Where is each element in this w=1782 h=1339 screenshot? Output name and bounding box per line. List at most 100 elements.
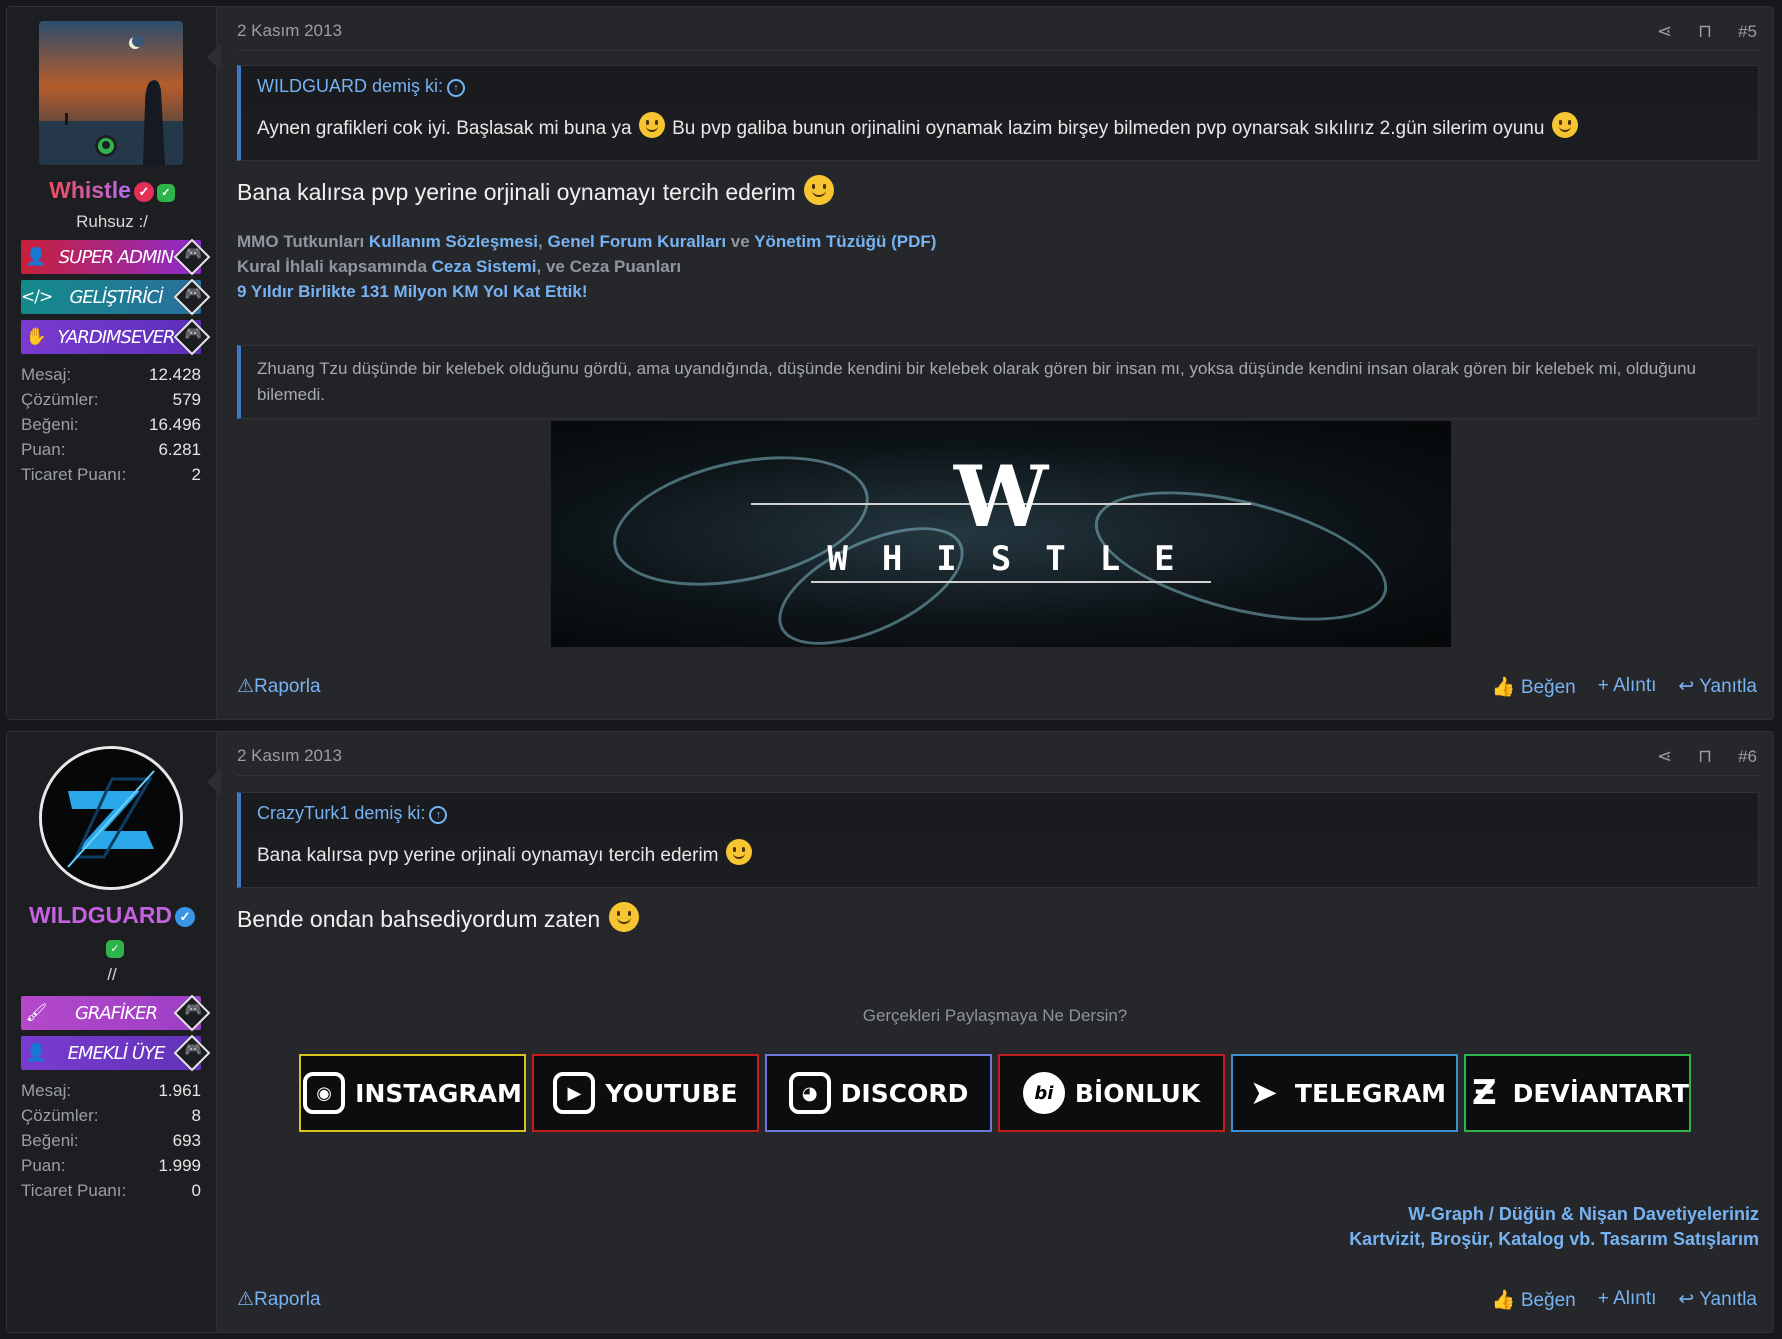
quote-button[interactable]: + Alıntı	[1598, 1288, 1657, 1312]
social-buttons: ◉ INSTAGRAM ▶ YOUTUBE ◕ DISCORD bi BİONLUK ➤…	[299, 1054, 1691, 1132]
bionluk-button[interactable]: bi BİONLUK	[998, 1054, 1225, 1132]
bookmark-icon[interactable]: ⊓	[1698, 746, 1712, 767]
user-sidebar: WILDGUARD ✓ ✓ // 🖌 GRAFİKER 🎮 👤 EMEKLİ ÜY…	[7, 732, 217, 1332]
post-content: 2 Kasım 2013 ⋖ ⊓ #5 WILDGUARD demiş ki: ↑…	[231, 7, 1759, 719]
link-terms[interactable]: Kullanım Sözleşmesi	[369, 232, 538, 251]
user-stats: Mesaj: 12.428 Çözümler: 579 Beğeni: 16.496 …	[21, 365, 201, 490]
link-bylaws[interactable]: Yönetim Tüzüğü	[754, 232, 886, 251]
verified-icon: ✓	[175, 907, 196, 927]
reply-icon: ↩	[1678, 676, 1695, 697]
post-date[interactable]: 2 Kasım 2013	[237, 21, 342, 40]
quote-header[interactable]: CrazyTurk1 demiş ki: ↑	[241, 793, 1758, 837]
bionluk-icon: bi	[1022, 1072, 1065, 1114]
thumbs-up-icon: 👍	[1491, 1290, 1516, 1311]
arrow-up-icon[interactable]: ↑	[447, 79, 466, 97]
reply-icon: ↩	[1678, 1289, 1695, 1310]
report-link[interactable]: ⚠Raporla	[237, 1288, 321, 1311]
stat-row: Beğeni: 693	[21, 1131, 201, 1150]
stat-row: Beğeni: 16.496	[21, 415, 201, 434]
banner-retired-member: 👤 EMEKLİ ÜYE 🎮	[21, 1034, 211, 1072]
telegram-button[interactable]: ➤ TELEGRAM	[1231, 1054, 1458, 1132]
quote-block: WILDGUARD demiş ki: ↑ Aynen grafikleri co…	[237, 65, 1759, 161]
post-footer: ⚠Raporla 👍 Beğen + Alıntı ↩ Yanıtla	[237, 675, 1759, 705]
smile-emoji-icon	[608, 902, 639, 932]
quote-body: Bana kalırsa pvp yerine orjinali oynamay…	[241, 837, 1758, 881]
gamepad-icon: 🎮	[184, 1002, 202, 1018]
post-arrow	[207, 768, 221, 796]
smile-emoji-icon	[1551, 112, 1578, 138]
stat-row: Mesaj: 1.961	[21, 1081, 201, 1100]
hand-icon: ✋	[25, 327, 47, 347]
gamepad-icon: 🎮	[184, 286, 202, 302]
quote-block: CrazyTurk1 demiş ki: ↑ Bana kalırsa pvp y…	[237, 792, 1759, 888]
share-icon[interactable]: ⋖	[1657, 746, 1672, 767]
gamepad-icon: 🎮	[184, 1042, 202, 1058]
post-date[interactable]: 2 Kasım 2013	[237, 746, 342, 765]
post-meta: 2 Kasım 2013 ⋖ ⊓ #5	[237, 21, 1759, 51]
post-message: Bana kalırsa pvp yerine orjinali oynamay…	[237, 175, 836, 206]
discord-icon: ◕	[788, 1072, 831, 1114]
instagram-icon: ◉	[303, 1072, 346, 1114]
link-anniversary[interactable]: 9 Yıldır Birlikte 131 Milyon KM Yol Kat …	[237, 279, 936, 304]
youtube-button[interactable]: ▶ YOUTUBE	[532, 1054, 759, 1132]
link-pdf[interactable]: (PDF)	[891, 232, 936, 251]
user-icon: 👤	[25, 1043, 47, 1063]
banner-designer: 🖌 GRAFİKER 🎮	[21, 994, 211, 1032]
stat-row: Mesaj: 12.428	[21, 365, 201, 384]
signature-quote: Zhuang Tzu düşünde bir kelebek olduğunu …	[237, 345, 1759, 419]
warning-icon: ⚠	[237, 676, 255, 697]
warning-icon: ⚠	[237, 1289, 255, 1310]
stat-row: Puan: 6.281	[21, 440, 201, 459]
link-wgraph[interactable]: W-Graph / Düğün & Nişan Davetiyeleriniz	[1349, 1202, 1759, 1227]
deviantart-button[interactable]: Ƶ DEVİANTART	[1464, 1054, 1691, 1132]
link-penalty-system[interactable]: Ceza Sistemi	[432, 257, 537, 276]
user-title: Ruhsuz :/	[76, 212, 148, 231]
arrow-up-icon[interactable]: ↑	[429, 806, 448, 824]
post-6: WILDGUARD ✓ ✓ // 🖌 GRAFİKER 🎮 👤 EMEKLİ ÜY…	[6, 731, 1774, 1333]
gamepad-icon: 🎮	[184, 246, 202, 262]
signature-banner-image: W WHISTLE	[551, 421, 1451, 647]
username[interactable]: WILDGUARD ✓	[7, 902, 217, 929]
share-icon[interactable]: ⋖	[1657, 21, 1672, 42]
post-number[interactable]: #5	[1738, 22, 1757, 42]
quote-button[interactable]: + Alıntı	[1598, 675, 1657, 699]
post-5: Whistle ✓ ✓ Ruhsuz :/ 👤 SUPER ADMIN 🎮 </> …	[6, 6, 1774, 720]
reply-button[interactable]: ↩ Yanıtla	[1678, 675, 1757, 699]
stat-row: Çözümler: 579	[21, 390, 201, 409]
discord-button[interactable]: ◕ DISCORD	[765, 1054, 992, 1132]
bookmark-icon[interactable]: ⊓	[1698, 21, 1712, 42]
code-icon: </>	[21, 287, 53, 307]
link-design-sales[interactable]: Kartvizit, Broşür, Katalog vb. Tasarım S…	[1349, 1227, 1759, 1252]
banner-helper: ✋ YARDIMSEVER 🎮	[21, 318, 211, 356]
youtube-icon: ▶	[553, 1072, 596, 1114]
banner-developer: </> GELİŞTİRİCİ 🎮	[21, 278, 211, 316]
brush-icon: 🖌	[25, 1003, 48, 1023]
instagram-button[interactable]: ◉ INSTAGRAM	[299, 1054, 526, 1132]
quote-header[interactable]: WILDGUARD demiş ki: ↑	[241, 66, 1758, 110]
report-link[interactable]: ⚠Raporla	[237, 675, 321, 698]
thumbs-up-icon: 👍	[1491, 677, 1516, 698]
post-number[interactable]: #6	[1738, 747, 1757, 767]
security-badge-icon: ✓	[156, 184, 175, 202]
link-forum-rules[interactable]: Genel Forum Kuralları	[548, 232, 727, 251]
stat-row: Ticaret Puanı: 0	[21, 1181, 201, 1200]
avatar[interactable]	[39, 746, 183, 890]
user-stats: Mesaj: 1.961 Çözümler: 8 Beğeni: 693 Puan: 1…	[21, 1081, 201, 1206]
online-status-icon	[95, 135, 117, 157]
like-button[interactable]: 👍 Beğen	[1492, 1288, 1576, 1312]
admin-icon: 👤	[25, 247, 47, 267]
share-title: Gerçekleri Paylaşmaya Ne Dersin?	[862, 1006, 1128, 1025]
stat-row: Ticaret Puanı: 2	[21, 465, 201, 484]
post-content: 2 Kasım 2013 ⋖ ⊓ #6 CrazyTurk1 demiş ki:…	[231, 732, 1759, 1332]
username[interactable]: Whistle ✓ ✓	[7, 177, 217, 204]
like-button[interactable]: 👍 Beğen	[1492, 675, 1576, 699]
verified-icon: ✓	[133, 182, 154, 202]
user-sidebar: Whistle ✓ ✓ Ruhsuz :/ 👤 SUPER ADMIN 🎮 </> …	[7, 7, 217, 719]
stat-row: Puan: 1.999	[21, 1156, 201, 1175]
user-title: //	[107, 965, 117, 984]
stat-row: Çözümler: 8	[21, 1106, 201, 1125]
banner-super-admin: 👤 SUPER ADMIN 🎮	[21, 238, 211, 276]
reply-button[interactable]: ↩ Yanıtla	[1678, 1288, 1757, 1312]
quote-body: Aynen grafikleri cok iyi. Başlasak mi bu…	[241, 110, 1758, 154]
smile-emoji-icon	[804, 175, 835, 205]
